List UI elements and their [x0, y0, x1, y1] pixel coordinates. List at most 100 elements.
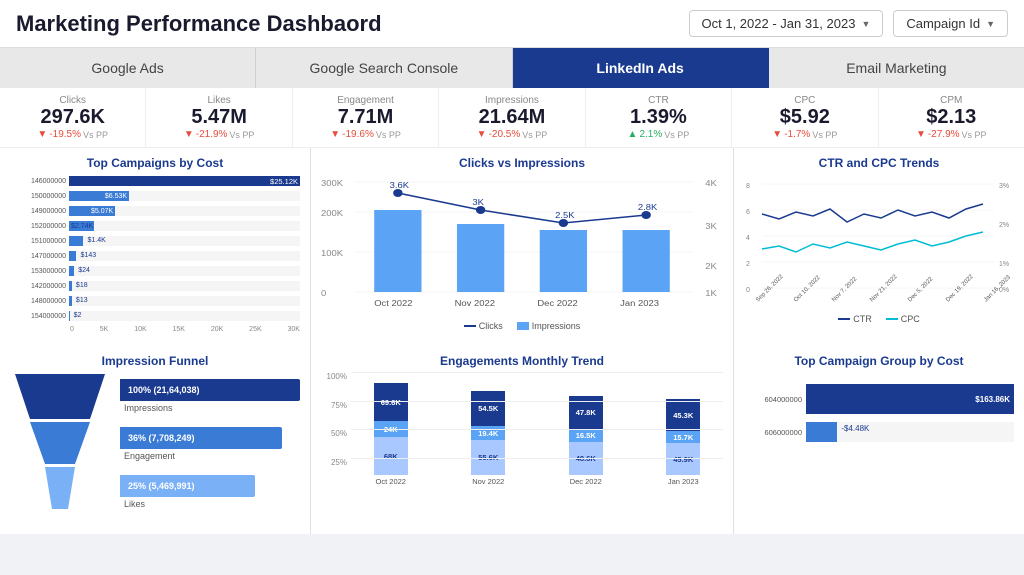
metric-change: ▼ -19.5% Vs PP: [10, 129, 135, 140]
svg-text:Dec 5, 2022: Dec 5, 2022: [907, 276, 935, 304]
svg-text:Sep 26, 2022: Sep 26, 2022: [755, 273, 785, 303]
funnel-content: 100% (21,64,038) Impressions 36% (7,708,…: [10, 374, 300, 514]
campaign-group-chart: 604000000 $163.86K 606000000 -$4.48K: [744, 374, 1014, 442]
tab-linkedin-ads[interactable]: LinkedIn Ads: [513, 48, 769, 88]
top-campaigns-title: Top Campaigns by Cost: [10, 156, 300, 170]
bar-stack-dec: 47.8K 16.5K 48.6K: [569, 396, 603, 475]
ctr-cpc-panel: CTR and CPC Trends 8 6 4 2 0 3% 2% 1% 0%…: [734, 148, 1024, 346]
svg-text:0: 0: [321, 289, 326, 298]
metric-change: ▼ -1.7% Vs PP: [742, 129, 867, 140]
svg-text:2.5K: 2.5K: [555, 211, 575, 220]
svg-text:4: 4: [746, 235, 750, 242]
metric-label: Likes: [156, 95, 281, 106]
svg-text:2: 2: [746, 261, 750, 268]
date-range-value: Oct 1, 2022 - Jan 31, 2023: [702, 16, 856, 31]
chevron-down-icon: ▼: [861, 19, 870, 29]
down-arrow-icon: ▼: [37, 129, 47, 140]
clicks-impressions-panel: Clicks vs Impressions 300K 200K 100K 0 4…: [311, 148, 733, 346]
metric-value: 1.39%: [596, 106, 721, 129]
impression-funnel-title: Impression Funnel: [10, 354, 300, 368]
tab-email-marketing[interactable]: Email Marketing: [769, 48, 1024, 88]
clicks-impressions-chart: 300K 200K 100K 0 4K 3K 2K 1K: [321, 174, 723, 324]
engagements-chart-container: 100% 75% 50% 25% 69.6K: [321, 372, 723, 502]
metric-ctr: CTR 1.39% ▲ 2.1% Vs PP: [586, 88, 732, 147]
metric-change: ▼ -21.9% Vs PP: [156, 129, 281, 140]
engagements-trend-panel: Engagements Monthly Trend 100% 75% 50% 2…: [311, 346, 733, 534]
metric-label: CPC: [742, 95, 867, 106]
funnel-labels: 100% (21,64,038) Impressions 36% (7,708,…: [120, 379, 300, 509]
metric-likes: Likes 5.47M ▼ -21.9% Vs PP: [146, 88, 292, 147]
header: Marketing Performance Dashbaord Oct 1, 2…: [0, 0, 1024, 48]
metric-change: ▼ -19.6% Vs PP: [303, 129, 428, 140]
engagements-trend-title: Engagements Monthly Trend: [321, 354, 723, 368]
metric-label: Impressions: [449, 95, 574, 106]
campaign-filter-value: Campaign Id: [906, 16, 980, 31]
top-campaign-group-panel: Top Campaign Group by Cost 604000000 $16…: [734, 346, 1024, 534]
date-range-dropdown[interactable]: Oct 1, 2022 - Jan 31, 2023 ▼: [689, 10, 884, 37]
top-campaigns-chart: 146000000 $25.12K 150000000 $6.53K 14900…: [10, 174, 300, 333]
metric-label: Engagement: [303, 95, 428, 106]
charts-row-2: Impression Funnel 100% (21,64,038) Impre…: [0, 346, 1024, 534]
svg-text:3.6K: 3.6K: [390, 181, 410, 190]
metric-change: ▼ -27.9% Vs PP: [889, 129, 1014, 140]
metric-value: $2.13: [889, 106, 1014, 129]
ctr-cpc-title: CTR and CPC Trends: [744, 156, 1014, 170]
metrics-row: Clicks 297.6K ▼ -19.5% Vs PP Likes 5.47M…: [0, 88, 1024, 148]
campaign-filter-dropdown[interactable]: Campaign Id ▼: [893, 10, 1008, 37]
svg-text:3%: 3%: [999, 183, 1009, 190]
header-controls: Oct 1, 2022 - Jan 31, 2023 ▼ Campaign Id…: [689, 10, 1009, 37]
svg-text:Dec 19, 2022: Dec 19, 2022: [945, 273, 975, 303]
svg-text:3K: 3K: [705, 222, 717, 231]
top-campaign-group-title: Top Campaign Group by Cost: [744, 354, 1014, 368]
page-title: Marketing Performance Dashbaord: [16, 11, 382, 37]
funnel-svg: [10, 374, 110, 514]
funnel-level-3: 25% (5,469,991) Likes: [120, 475, 300, 509]
bar-group-nov: 54.5K 19.4K 55.6K Nov 2022: [449, 391, 529, 486]
svg-text:2.8K: 2.8K: [638, 203, 658, 212]
tab-bar: Google Ads Google Search Console LinkedI…: [0, 48, 1024, 88]
svg-text:Jan 2023: Jan 2023: [620, 299, 659, 308]
tab-google-search-console[interactable]: Google Search Console: [256, 48, 512, 88]
bar-stack-jan: 45.3K 15.7K 45.9K: [666, 399, 700, 475]
svg-text:4K: 4K: [705, 179, 717, 188]
svg-text:2K: 2K: [705, 262, 717, 271]
svg-text:2%: 2%: [999, 222, 1009, 229]
bar-group-dec: 47.8K 16.5K 48.6K Dec 2022: [546, 396, 626, 486]
tab-google-ads[interactable]: Google Ads: [0, 48, 256, 88]
metric-change: ▼ -20.5% Vs PP: [449, 129, 574, 140]
metric-label: CTR: [596, 95, 721, 106]
metric-clicks: Clicks 297.6K ▼ -19.5% Vs PP: [0, 88, 146, 147]
metric-label: Clicks: [10, 95, 135, 106]
metric-value: 21.64M: [449, 106, 574, 129]
svg-text:0: 0: [746, 287, 750, 294]
svg-text:1%: 1%: [999, 261, 1009, 268]
metric-label: CPM: [889, 95, 1014, 106]
svg-text:1K: 1K: [705, 289, 717, 298]
stacked-bar-chart: 69.6K 24K 68K Oct 2022 54.5K 19.4K 55.6K…: [351, 372, 723, 502]
svg-text:6: 6: [746, 209, 750, 216]
bar-stack-oct: 69.6K 24K 68K: [374, 383, 408, 475]
clicks-impressions-title: Clicks vs Impressions: [321, 156, 723, 170]
svg-text:3K: 3K: [472, 198, 484, 207]
metric-change: ▲ 2.1% Vs PP: [596, 129, 721, 140]
top-campaigns-panel: Top Campaigns by Cost 146000000 $25.12K …: [0, 148, 310, 346]
bar-stack-nov: 54.5K 19.4K 55.6K: [471, 391, 505, 475]
metric-value: $5.92: [742, 106, 867, 129]
down-arrow-icon: ▼: [477, 129, 487, 140]
charts-row-1: Top Campaigns by Cost 146000000 $25.12K …: [0, 148, 1024, 346]
y-axis: 100% 75% 50% 25%: [321, 372, 351, 502]
down-arrow-icon: ▼: [916, 129, 926, 140]
svg-text:300K: 300K: [321, 179, 343, 188]
svg-text:Oct 2022: Oct 2022: [374, 299, 412, 308]
metric-impressions: Impressions 21.64M ▼ -20.5% Vs PP: [439, 88, 585, 147]
svg-text:Nov 7, 2022: Nov 7, 2022: [831, 276, 859, 304]
metric-cpm: CPM $2.13 ▼ -27.9% Vs PP: [879, 88, 1024, 147]
metric-value: 297.6K: [10, 106, 135, 129]
svg-text:Nov 21, 2022: Nov 21, 2022: [869, 273, 899, 303]
ctr-cpc-chart: 8 6 4 2 0 3% 2% 1% 0% Sep 26, 2022 Oct 1…: [744, 174, 1014, 319]
down-arrow-icon: ▼: [330, 129, 340, 140]
funnel-level-1: 100% (21,64,038) Impressions: [120, 379, 300, 413]
chevron-down-icon-2: ▼: [986, 19, 995, 29]
metric-engagement: Engagement 7.71M ▼ -19.6% Vs PP: [293, 88, 439, 147]
svg-text:Dec 2022: Dec 2022: [537, 299, 578, 308]
